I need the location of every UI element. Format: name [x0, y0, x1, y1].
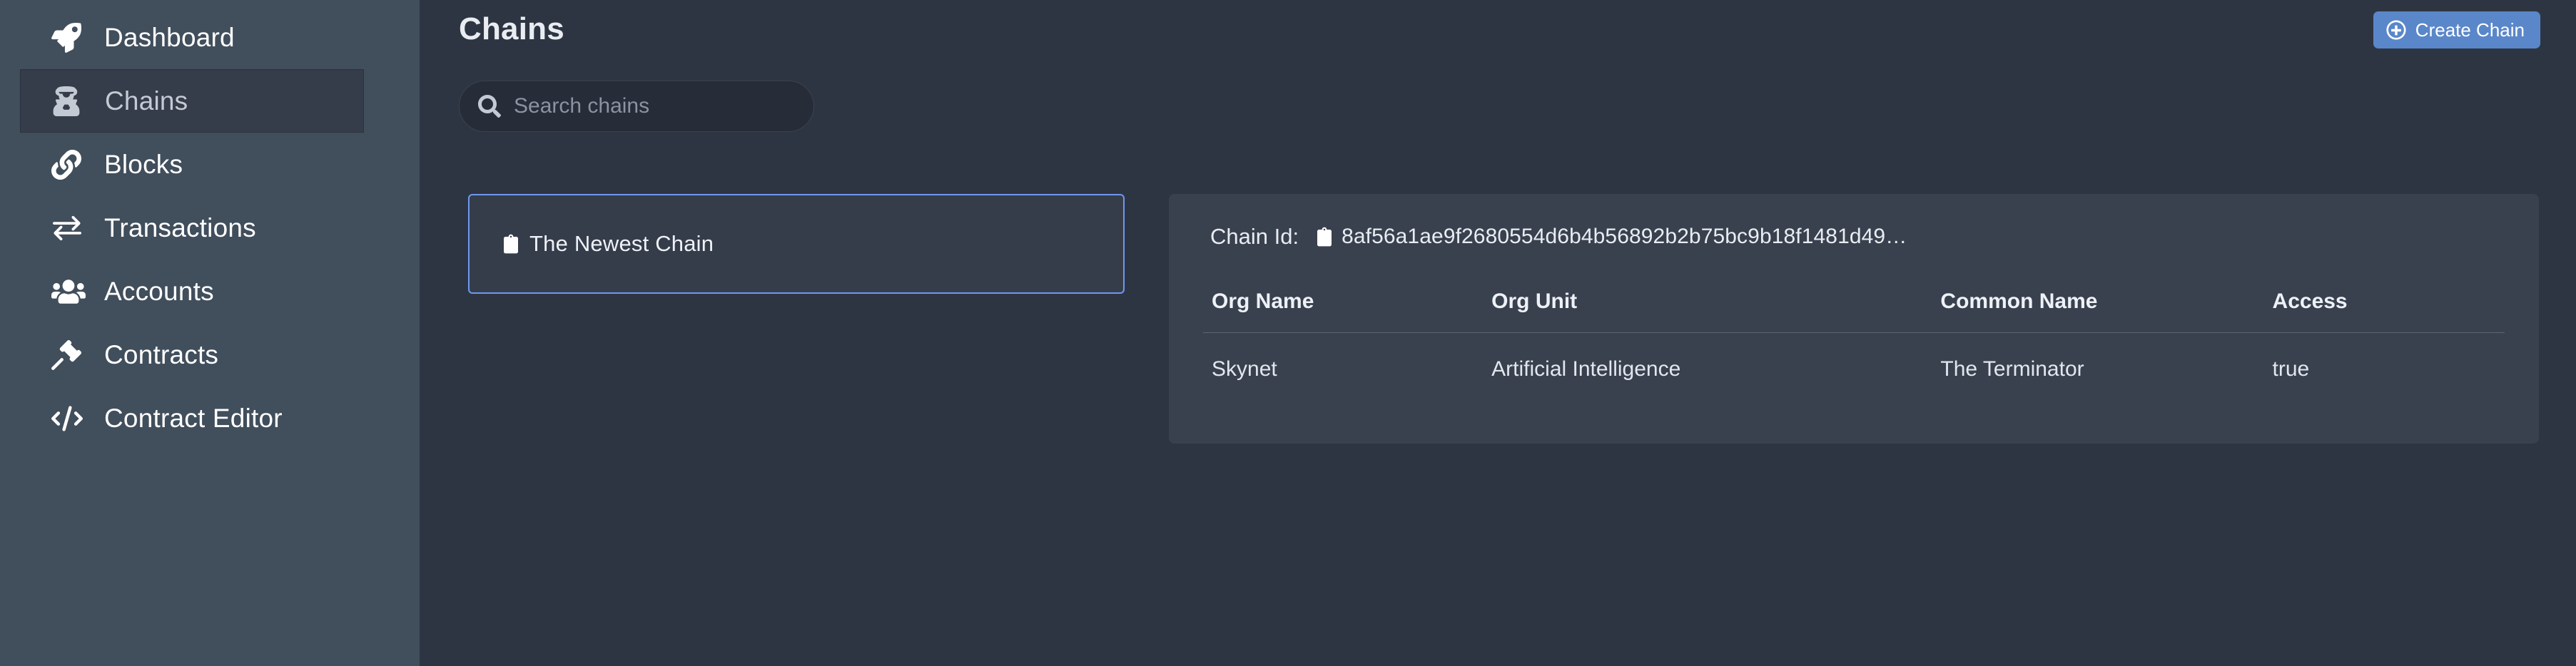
- sidebar-item-blocks[interactable]: Blocks: [20, 133, 364, 196]
- column-header-access: Access: [2264, 290, 2505, 333]
- main-content: Chains Create Chain The Newest Chain: [420, 0, 2576, 666]
- users-icon: [51, 277, 91, 306]
- rocket-icon: [51, 23, 91, 53]
- sidebar-item-label: Chains: [105, 88, 188, 114]
- exchange-arrows-icon: [51, 214, 91, 242]
- org-table-head: Org Name Org Unit Common Name Access: [1203, 290, 2505, 333]
- sidebar-item-contract-editor[interactable]: Contract Editor: [20, 386, 364, 450]
- sidebar-item-label: Transactions: [104, 215, 256, 241]
- search-icon: [478, 95, 501, 118]
- org-table-body: Skynet Artificial Intelligence The Termi…: [1203, 333, 2505, 382]
- sidebar-item-chains[interactable]: Chains: [20, 69, 364, 133]
- chain-list: The Newest Chain: [468, 194, 1125, 294]
- cell-org-unit: Artificial Intelligence: [1483, 333, 1932, 382]
- chain-card-label: The Newest Chain: [529, 231, 714, 257]
- chain-id-value[interactable]: 8af56a1ae9f2680554d6b4b56892b2b75bc9b18f…: [1342, 225, 1907, 249]
- table-header-row: Org Name Org Unit Common Name Access: [1203, 290, 2505, 333]
- sidebar-item-label: Blocks: [104, 151, 183, 178]
- sidebar: Dashboard Chains Blocks Transactions Acc: [0, 0, 420, 666]
- plus-circle-icon: [2386, 20, 2406, 40]
- sidebar-item-label: Contract Editor: [104, 405, 283, 431]
- cell-access: true: [2264, 333, 2505, 382]
- chain-detail-panel: Chain Id: 8af56a1ae9f2680554d6b4b56892b2…: [1169, 194, 2539, 444]
- code-icon: [51, 404, 91, 433]
- sidebar-item-dashboard[interactable]: Dashboard: [20, 6, 364, 69]
- cell-org-name: Skynet: [1203, 333, 1483, 382]
- sidebar-item-label: Contracts: [104, 342, 218, 368]
- sidebar-item-label: Dashboard: [104, 24, 235, 51]
- org-table: Org Name Org Unit Common Name Access Sky…: [1203, 290, 2505, 381]
- column-header-org-unit: Org Unit: [1483, 290, 1932, 333]
- content-area: The Newest Chain Chain Id: 8af56a1ae9f26…: [420, 194, 2576, 444]
- user-secret-icon: [52, 86, 92, 116]
- chain-card-the-newest-chain[interactable]: The Newest Chain: [468, 194, 1125, 294]
- gavel-icon: [51, 340, 91, 370]
- sidebar-item-accounts[interactable]: Accounts: [20, 260, 364, 323]
- create-chain-button[interactable]: Create Chain: [2373, 11, 2540, 48]
- create-chain-button-label: Create Chain: [2415, 19, 2525, 41]
- cell-common-name: The Terminator: [1932, 333, 2263, 382]
- search-input[interactable]: [514, 94, 795, 118]
- sidebar-item-label: Accounts: [104, 278, 214, 304]
- sidebar-item-transactions[interactable]: Transactions: [20, 196, 364, 260]
- clipboard-icon[interactable]: [1317, 227, 1332, 247]
- chain-id-label: Chain Id:: [1210, 224, 1299, 250]
- link-icon: [51, 150, 91, 180]
- sidebar-item-contracts[interactable]: Contracts: [20, 323, 364, 386]
- column-header-org-name: Org Name: [1203, 290, 1483, 333]
- app-root: Dashboard Chains Blocks Transactions Acc: [0, 0, 2576, 666]
- search-box[interactable]: [459, 81, 814, 132]
- table-row: Skynet Artificial Intelligence The Termi…: [1203, 333, 2505, 382]
- page-title: Chains: [459, 11, 564, 47]
- column-header-common-name: Common Name: [1932, 290, 2263, 333]
- clipboard-icon: [504, 234, 518, 254]
- chain-id-row: Chain Id: 8af56a1ae9f2680554d6b4b56892b2…: [1203, 224, 2505, 250]
